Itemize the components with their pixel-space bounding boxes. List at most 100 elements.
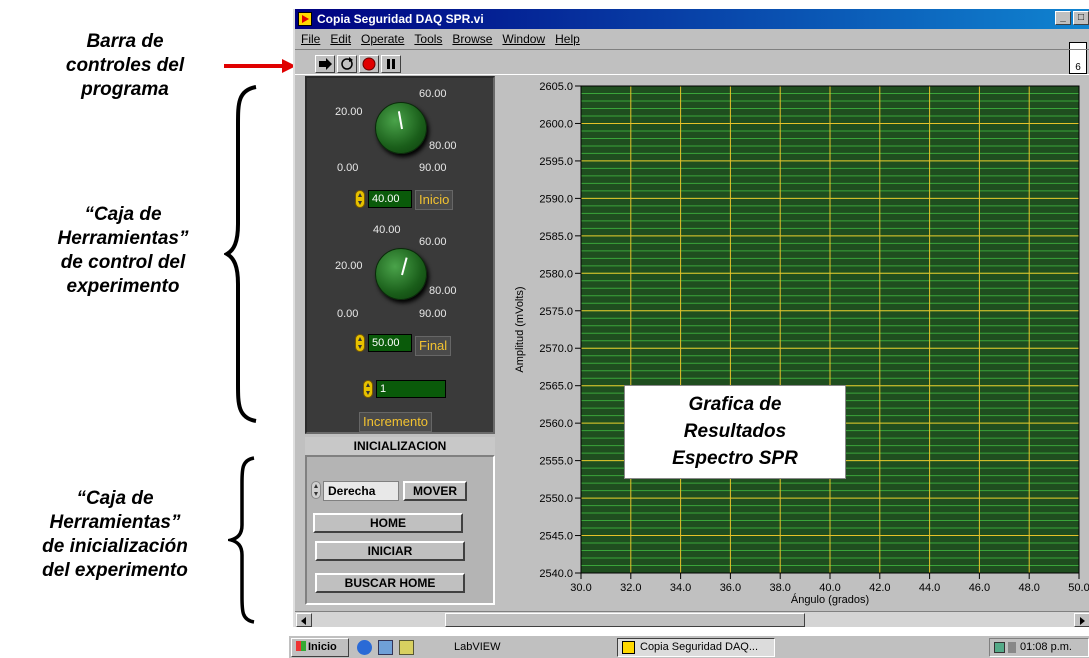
step-label: Incremento [359,412,433,432]
annotation-line: Grafica de [688,394,782,415]
run-continuously-icon [341,57,353,70]
y-axis-label: Amplitud (mVolts) [514,286,526,372]
browser-icon[interactable] [357,640,372,655]
menu-file[interactable]: File [301,29,320,49]
x-tick-label: 34.0 [670,582,691,594]
labview-vi-icon [298,12,312,26]
annotation-controls-bar: Barra de controles del programa [40,30,210,102]
start-menu-button[interactable]: Inicio [291,638,349,657]
x-axis-label: Ángulo (grados) [791,593,869,606]
x-tick-label: 40.0 [819,582,840,594]
move-button[interactable]: MOVER [403,481,467,501]
maximize-button[interactable]: □ [1073,11,1089,25]
end-increment-arrows[interactable] [355,334,365,352]
run-arrow-icon [319,58,332,70]
annotation-line: Barra de [86,31,164,52]
x-tick-label: 38.0 [769,582,790,594]
y-tick-label: 2585.0 [539,231,573,243]
y-tick-label: 2555.0 [539,456,573,468]
y-tick-label: 2565.0 [539,381,573,393]
x-tick-label: 50.0 [1068,582,1089,594]
menu-tools[interactable]: Tools [414,29,442,49]
direction-selector-arrows[interactable] [311,481,321,499]
annotation-line: “Caja de [76,488,154,509]
home-button[interactable]: HOME [313,513,463,533]
menu-window[interactable]: Window [502,29,545,49]
y-tick-label: 2560.0 [539,418,573,430]
windows-logo-icon [296,641,306,651]
start-increment-arrows[interactable] [355,190,365,208]
window-buttons: _ □ [1055,11,1089,25]
window-titlebar[interactable]: Copia Seguridad DAQ SPR.vi _ □ [295,9,1089,29]
knob1-scale-label: 60.00 [419,88,447,100]
y-tick-label: 2550.0 [539,493,573,505]
quick-launch [357,640,427,656]
spr-chart: 2540.0 2545.0 2550.0 2555.0 2560.0 2565.0 2570… [505,76,1089,611]
y-tick-label: 2540.0 [539,568,573,580]
clock: 01:08 p.m. [1020,641,1072,653]
desktop-icon[interactable] [378,640,393,655]
knob1-scale-label: 20.00 [335,106,363,118]
pause-button[interactable] [381,55,401,73]
direction-selector[interactable]: Derecha [323,481,399,501]
start-label: Inicio [308,641,337,653]
annotation-line: de control del [60,252,186,273]
scroll-left-button[interactable] [296,613,312,627]
y-tick-label: 2605.0 [539,81,573,93]
windows-taskbar: Inicio LabVIEW Copia Seguridad DAQ... 01… [289,635,1089,658]
annotation-line: programa [81,79,169,100]
x-tick-label: 32.0 [620,582,641,594]
stop-icon [362,57,376,71]
menu-browse[interactable]: Browse [452,29,492,49]
find-home-button[interactable]: BUSCAR HOME [315,573,465,593]
init-title: INICIALIZACION [305,437,495,455]
scroll-thumb[interactable] [445,613,805,627]
step-value-field[interactable]: 1 [376,380,446,398]
knob2-scale-label: 60.00 [419,236,447,248]
minimize-button[interactable]: _ [1055,11,1071,25]
knob-needle [397,111,403,130]
menu-operate[interactable]: Operate [361,29,404,49]
x-tick-label: 44.0 [919,582,940,594]
window-title: Copia Seguridad DAQ SPR.vi [317,12,484,26]
knob1-scale-label: 90.00 [419,162,447,174]
knob2-scale-label: 90.00 [419,308,447,320]
start-angle-knob[interactable] [375,102,427,154]
labview-window: Copia Seguridad DAQ SPR.vi _ □ File Edit… [293,9,1089,627]
step-increment-arrows[interactable] [363,380,373,398]
y-tick-label: 2545.0 [539,531,573,543]
screenshot-root: Barra de controles del programa “Caja de… [0,0,1089,658]
knob2-scale-label: 20.00 [335,260,363,272]
menu-help[interactable]: Help [555,29,580,49]
tray-volume-icon[interactable] [1008,642,1016,653]
run-button[interactable] [315,55,335,73]
y-tick-label: 2575.0 [539,306,573,318]
abort-button[interactable] [359,55,379,73]
y-tick-label: 2595.0 [539,156,573,168]
annotation-line: Resultados [683,421,787,442]
red-arrow-icon [224,59,296,73]
start-button[interactable]: INICIAR [315,541,465,561]
y-tick-label: 2580.0 [539,268,573,280]
channels-icon[interactable] [399,640,414,655]
x-tick-label: 30.0 [570,582,591,594]
y-tick-label: 2600.0 [539,118,573,130]
taskbar-window-label: Copia Seguridad DAQ... [640,641,759,653]
taskbar-active-window[interactable]: Copia Seguridad DAQ... [617,638,775,657]
spr-chart-svg: 2540.0 2545.0 2550.0 2555.0 2560.0 2565.0 2570… [514,81,1089,606]
labview-taskbar-label: LabVIEW [454,641,501,653]
scroll-right-button[interactable] [1074,613,1089,627]
annotation-init-toolbox: “Caja de Herramientas” de inicialización… [5,487,225,583]
y-tick-label: 2590.0 [539,193,573,205]
x-tick-label: 42.0 [869,582,890,594]
knob1-scale-label: 80.00 [429,140,457,152]
start-value-field[interactable]: 40.00 [368,190,412,208]
arrow-left-icon [301,617,306,625]
y-tick-label: 2570.0 [539,343,573,355]
end-value-field[interactable]: 50.00 [368,334,412,352]
horizontal-scrollbar[interactable] [295,611,1089,627]
menu-edit[interactable]: Edit [330,29,351,49]
end-angle-knob[interactable] [375,248,427,300]
run-continuously-button[interactable] [337,55,357,73]
system-tray: 01:08 p.m. [989,638,1089,657]
